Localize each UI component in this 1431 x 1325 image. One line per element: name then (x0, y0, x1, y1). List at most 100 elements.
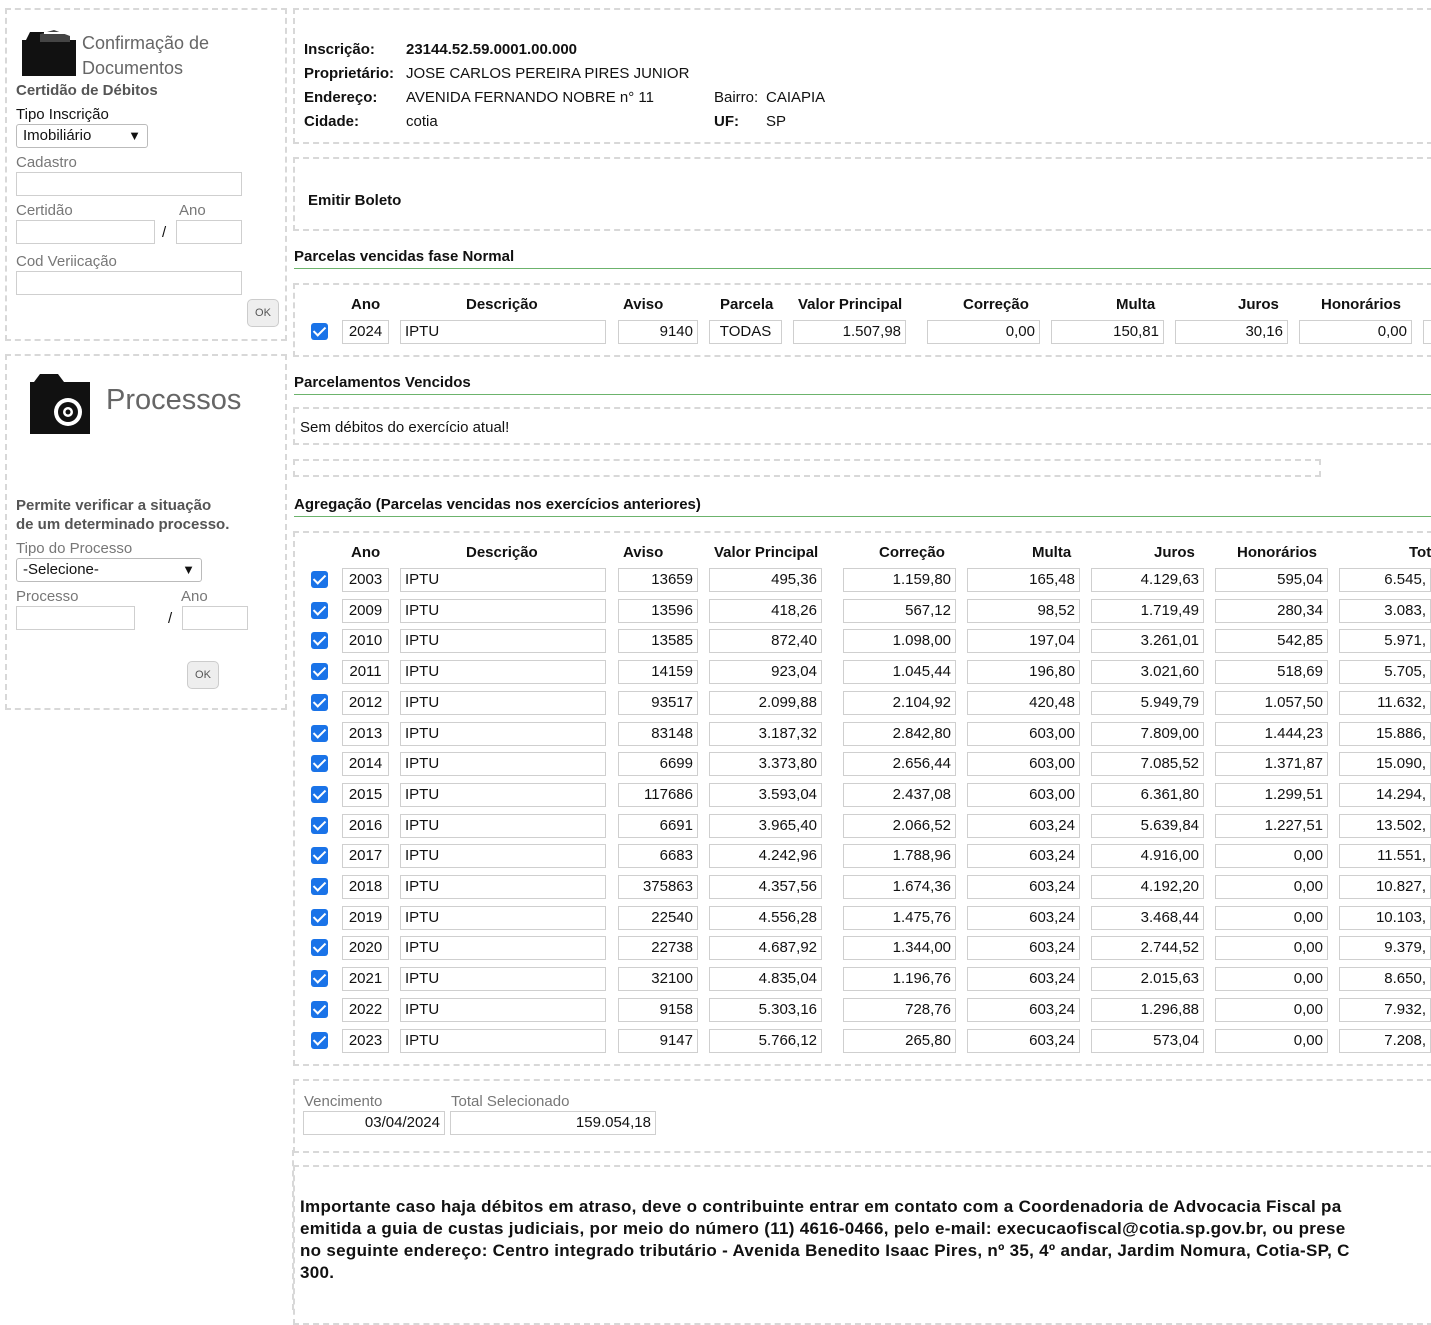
agg-row-principal[interactable]: 3.187,32 (709, 721, 822, 746)
agg-row-aviso[interactable]: 93517 (618, 690, 698, 715)
agg-row-aviso[interactable]: 6691 (618, 813, 698, 838)
agg-row-ano[interactable]: 2020 (342, 936, 389, 961)
agg-row-descricao[interactable]: IPTU (400, 997, 606, 1022)
agg-row-multa[interactable]: 196,80 (967, 660, 1080, 685)
agg-row-principal[interactable]: 3.965,40 (709, 813, 822, 838)
normal-row-correcao[interactable]: 0,00 (927, 320, 1040, 344)
normal-row-principal[interactable]: 1.507,98 (793, 320, 906, 344)
agg-row-multa[interactable]: 603,24 (967, 813, 1080, 838)
confirm-ok-button[interactable]: OK (247, 299, 279, 327)
agg-row-principal[interactable]: 495,36 (709, 568, 822, 592)
agg-row-ano[interactable]: 2019 (342, 905, 389, 930)
agg-row-honorarios[interactable]: 595,04 (1215, 568, 1328, 592)
agg-row-checkbox[interactable] (311, 1031, 328, 1049)
agg-row-multa[interactable]: 603,00 (967, 721, 1080, 746)
agg-row-descricao[interactable]: IPTU (400, 782, 606, 807)
agg-row-descricao[interactable]: IPTU (400, 598, 606, 623)
agg-row-aviso[interactable]: 13659 (618, 568, 698, 592)
agg-row-correcao[interactable]: 567,12 (843, 598, 956, 623)
agg-row-multa[interactable]: 603,24 (967, 936, 1080, 961)
agg-row-honorarios[interactable]: 518,69 (1215, 660, 1328, 685)
agg-row-principal[interactable]: 3.593,04 (709, 782, 822, 807)
agg-row-total[interactable]: 14.294, (1339, 782, 1431, 807)
agg-row-ano[interactable]: 2011 (342, 660, 389, 685)
normal-row-juros[interactable]: 30,16 (1175, 320, 1288, 344)
agg-row-correcao[interactable]: 728,76 (843, 997, 956, 1022)
agg-row-checkbox[interactable] (311, 755, 328, 773)
agg-row-checkbox[interactable] (311, 632, 328, 650)
agg-row-checkbox[interactable] (311, 970, 328, 988)
agg-row-aviso[interactable]: 375863 (618, 875, 698, 899)
agg-row-total[interactable]: 11.632, (1339, 690, 1431, 715)
agg-row-principal[interactable]: 3.373,80 (709, 752, 822, 777)
agg-row-multa[interactable]: 603,00 (967, 782, 1080, 807)
agg-row-multa[interactable]: 603,24 (967, 967, 1080, 992)
agg-row-descricao[interactable]: IPTU (400, 660, 606, 685)
agg-row-honorarios[interactable]: 1.227,51 (1215, 813, 1328, 838)
agg-row-juros[interactable]: 3.261,01 (1091, 629, 1204, 654)
agg-row-principal[interactable]: 4.835,04 (709, 967, 822, 992)
agg-row-principal[interactable]: 4.556,28 (709, 905, 822, 930)
agg-row-juros[interactable]: 7.085,52 (1091, 752, 1204, 777)
agg-row-total[interactable]: 10.827, (1339, 875, 1431, 899)
agg-row-aviso[interactable]: 22540 (618, 905, 698, 930)
agg-row-aviso[interactable]: 14159 (618, 660, 698, 685)
normal-row-parcela[interactable]: TODAS (709, 320, 782, 344)
agg-row-aviso[interactable]: 117686 (618, 782, 698, 807)
agg-row-aviso[interactable]: 83148 (618, 721, 698, 746)
agg-row-juros[interactable]: 4.192,20 (1091, 875, 1204, 899)
agg-row-principal[interactable]: 923,04 (709, 660, 822, 685)
agg-row-correcao[interactable]: 1.045,44 (843, 660, 956, 685)
agg-row-checkbox[interactable] (311, 601, 328, 619)
agg-row-total[interactable]: 9.379, (1339, 936, 1431, 961)
agg-row-descricao[interactable]: IPTU (400, 1028, 606, 1053)
agg-row-multa[interactable]: 98,52 (967, 598, 1080, 623)
normal-row-aviso[interactable]: 9140 (618, 320, 698, 344)
normal-row-descricao[interactable]: IPTU (400, 320, 606, 344)
agg-row-total[interactable]: 5.971, (1339, 629, 1431, 654)
agg-row-multa[interactable]: 603,24 (967, 875, 1080, 899)
agg-row-juros[interactable]: 2.015,63 (1091, 967, 1204, 992)
agg-row-correcao[interactable]: 1.098,00 (843, 629, 956, 654)
agg-row-juros[interactable]: 2.744,52 (1091, 936, 1204, 961)
agg-row-aviso[interactable]: 6699 (618, 752, 698, 777)
normal-row-total[interactable] (1423, 320, 1431, 344)
normal-row-multa[interactable]: 150,81 (1051, 320, 1164, 344)
agg-row-total[interactable]: 7.932, (1339, 997, 1431, 1022)
agg-row-juros[interactable]: 3.021,60 (1091, 660, 1204, 685)
agg-row-correcao[interactable]: 265,80 (843, 1028, 956, 1053)
agg-row-honorarios[interactable]: 0,00 (1215, 905, 1328, 930)
agg-row-juros[interactable]: 5.639,84 (1091, 813, 1204, 838)
agg-row-ano[interactable]: 2012 (342, 690, 389, 715)
agg-row-juros[interactable]: 7.809,00 (1091, 721, 1204, 746)
agg-row-principal[interactable]: 5.766,12 (709, 1028, 822, 1053)
agg-row-multa[interactable]: 603,24 (967, 1028, 1080, 1053)
agg-row-descricao[interactable]: IPTU (400, 752, 606, 777)
agg-row-honorarios[interactable]: 0,00 (1215, 997, 1328, 1022)
agg-row-multa[interactable]: 603,24 (967, 997, 1080, 1022)
processo-ano-input[interactable] (182, 606, 248, 630)
agg-row-checkbox[interactable] (311, 939, 328, 957)
agg-row-correcao[interactable]: 1.788,96 (843, 844, 956, 869)
agg-row-ano[interactable]: 2016 (342, 813, 389, 838)
agg-row-descricao[interactable]: IPTU (400, 813, 606, 838)
agg-row-total[interactable]: 6.545, (1339, 568, 1431, 592)
agg-row-aviso[interactable]: 6683 (618, 844, 698, 869)
agg-row-ano[interactable]: 2018 (342, 875, 389, 899)
agg-row-principal[interactable]: 418,26 (709, 598, 822, 623)
agg-row-correcao[interactable]: 1.196,76 (843, 967, 956, 992)
agg-row-multa[interactable]: 165,48 (967, 568, 1080, 592)
codver-input[interactable] (16, 271, 242, 295)
agg-row-juros[interactable]: 5.949,79 (1091, 690, 1204, 715)
agg-row-principal[interactable]: 2.099,88 (709, 690, 822, 715)
agg-row-principal[interactable]: 4.687,92 (709, 936, 822, 961)
agg-row-descricao[interactable]: IPTU (400, 629, 606, 654)
tipo-processo-select[interactable]: -Selecione- ▼ (16, 558, 202, 582)
agg-row-aviso[interactable]: 9147 (618, 1028, 698, 1053)
agg-row-aviso[interactable]: 13596 (618, 598, 698, 623)
agg-row-ano[interactable]: 2015 (342, 782, 389, 807)
processos-ok-button[interactable]: OK (187, 661, 219, 689)
agg-row-descricao[interactable]: IPTU (400, 568, 606, 592)
agg-row-total[interactable]: 13.502, (1339, 813, 1431, 838)
agg-row-checkbox[interactable] (311, 663, 328, 681)
